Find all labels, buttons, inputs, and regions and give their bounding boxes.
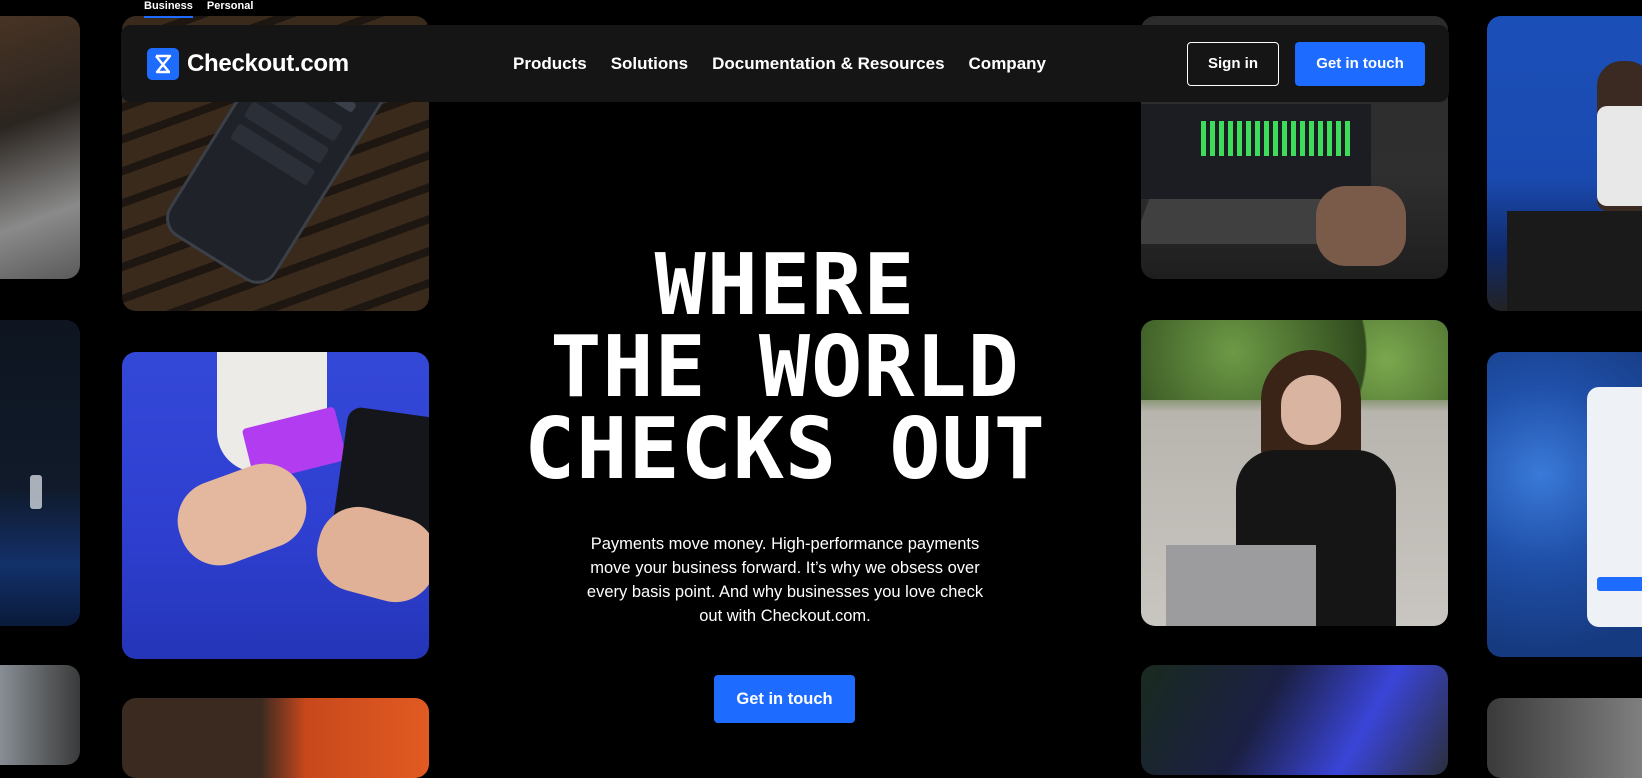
tile-card-payment	[122, 352, 429, 659]
tile-left-edge-middle	[0, 320, 80, 626]
nav-actions: Sign in Get in touch	[1187, 41, 1425, 86]
sign-in-button[interactable]: Sign in	[1187, 41, 1279, 86]
tile-woman-laptop	[1141, 320, 1448, 626]
nav-documentation-resources[interactable]: Documentation & Resources	[712, 54, 944, 74]
nav-get-in-touch-button[interactable]: Get in touch	[1295, 41, 1425, 86]
tile-left-bottom	[122, 698, 429, 778]
checkout-logo-icon	[147, 47, 179, 80]
tile-right-edge-middle	[1487, 352, 1642, 657]
tile-left-edge-top	[0, 16, 80, 279]
tile-left-edge-bottom	[0, 665, 80, 765]
tab-business[interactable]: Business	[144, 0, 193, 18]
hero-title-line-2: THE WORLD	[550, 318, 1020, 417]
tile-right-edge-bottom	[1487, 698, 1642, 778]
hero-description: Payments move money. High-performance pa…	[586, 535, 984, 625]
brand-logo[interactable]: Checkout.com	[147, 47, 349, 80]
nav-products[interactable]: Products	[513, 54, 587, 74]
tile-right-bottom	[1141, 665, 1448, 775]
hero-title-line-3: CHECKS OUT	[524, 400, 1046, 499]
tile-right-edge-top	[1487, 16, 1642, 311]
nav-company[interactable]: Company	[969, 54, 1046, 74]
tab-personal[interactable]: Personal	[207, 0, 253, 18]
audience-switch: Business Personal	[144, 0, 253, 18]
brand-name: Checkout.com	[187, 49, 349, 77]
nav-links: Products Solutions Documentation & Resou…	[513, 54, 1046, 74]
hero-title: WHERE THE WORLD CHECKS OUT	[500, 236, 1070, 499]
main-navbar: Checkout.com Products Solutions Document…	[121, 25, 1449, 102]
hero-get-in-touch-button[interactable]: Get in touch	[714, 675, 855, 723]
hero-title-line-1: WHERE	[654, 236, 916, 335]
nav-solutions[interactable]: Solutions	[611, 54, 688, 74]
